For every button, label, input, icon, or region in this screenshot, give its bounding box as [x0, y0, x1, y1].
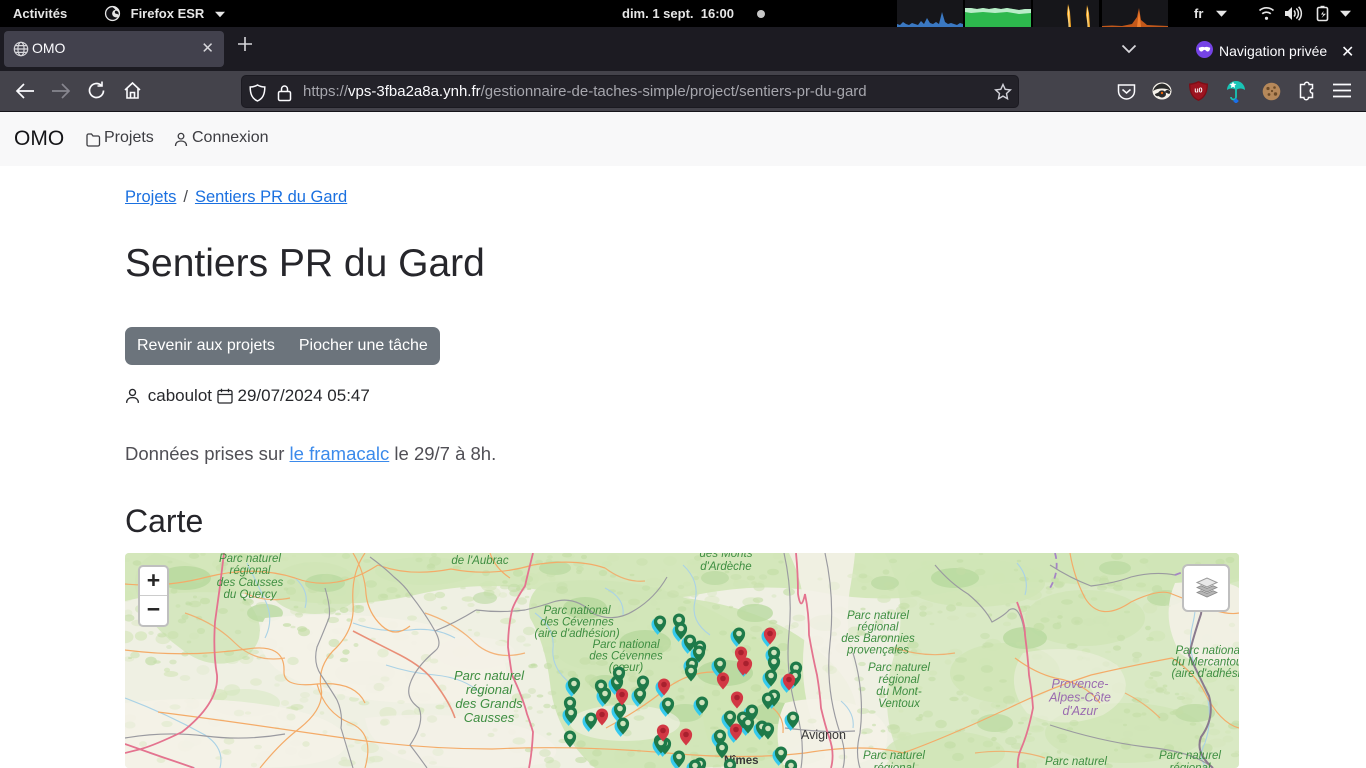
- svg-text:Avignon: Avignon: [801, 728, 846, 742]
- svg-text:Parc nationaldu Mercantour(air: Parc nationaldu Mercantour(aire d'adhési…: [1171, 645, 1239, 680]
- svg-text:u0: u0: [1194, 88, 1202, 95]
- svg-text:Parc naturelrégionaldes Causse: Parc naturelrégionaldes Caussesdu Quercy: [217, 553, 284, 601]
- svg-text:d'Ardèche: d'Ardèche: [700, 561, 751, 573]
- svg-text:Parc naturel: Parc naturel: [1045, 756, 1107, 768]
- svg-text:de l'Aubrac: de l'Aubrac: [451, 555, 508, 567]
- svg-text:Parc nationaldes Cévennes(aire: Parc nationaldes Cévennes(aire d'adhésio…: [534, 605, 619, 640]
- svg-text:Parc naturelrégionaldes Baronn: Parc naturelrégionaldes Baronniesprovenç…: [841, 610, 915, 657]
- svg-text:des Monts: des Monts: [699, 553, 752, 560]
